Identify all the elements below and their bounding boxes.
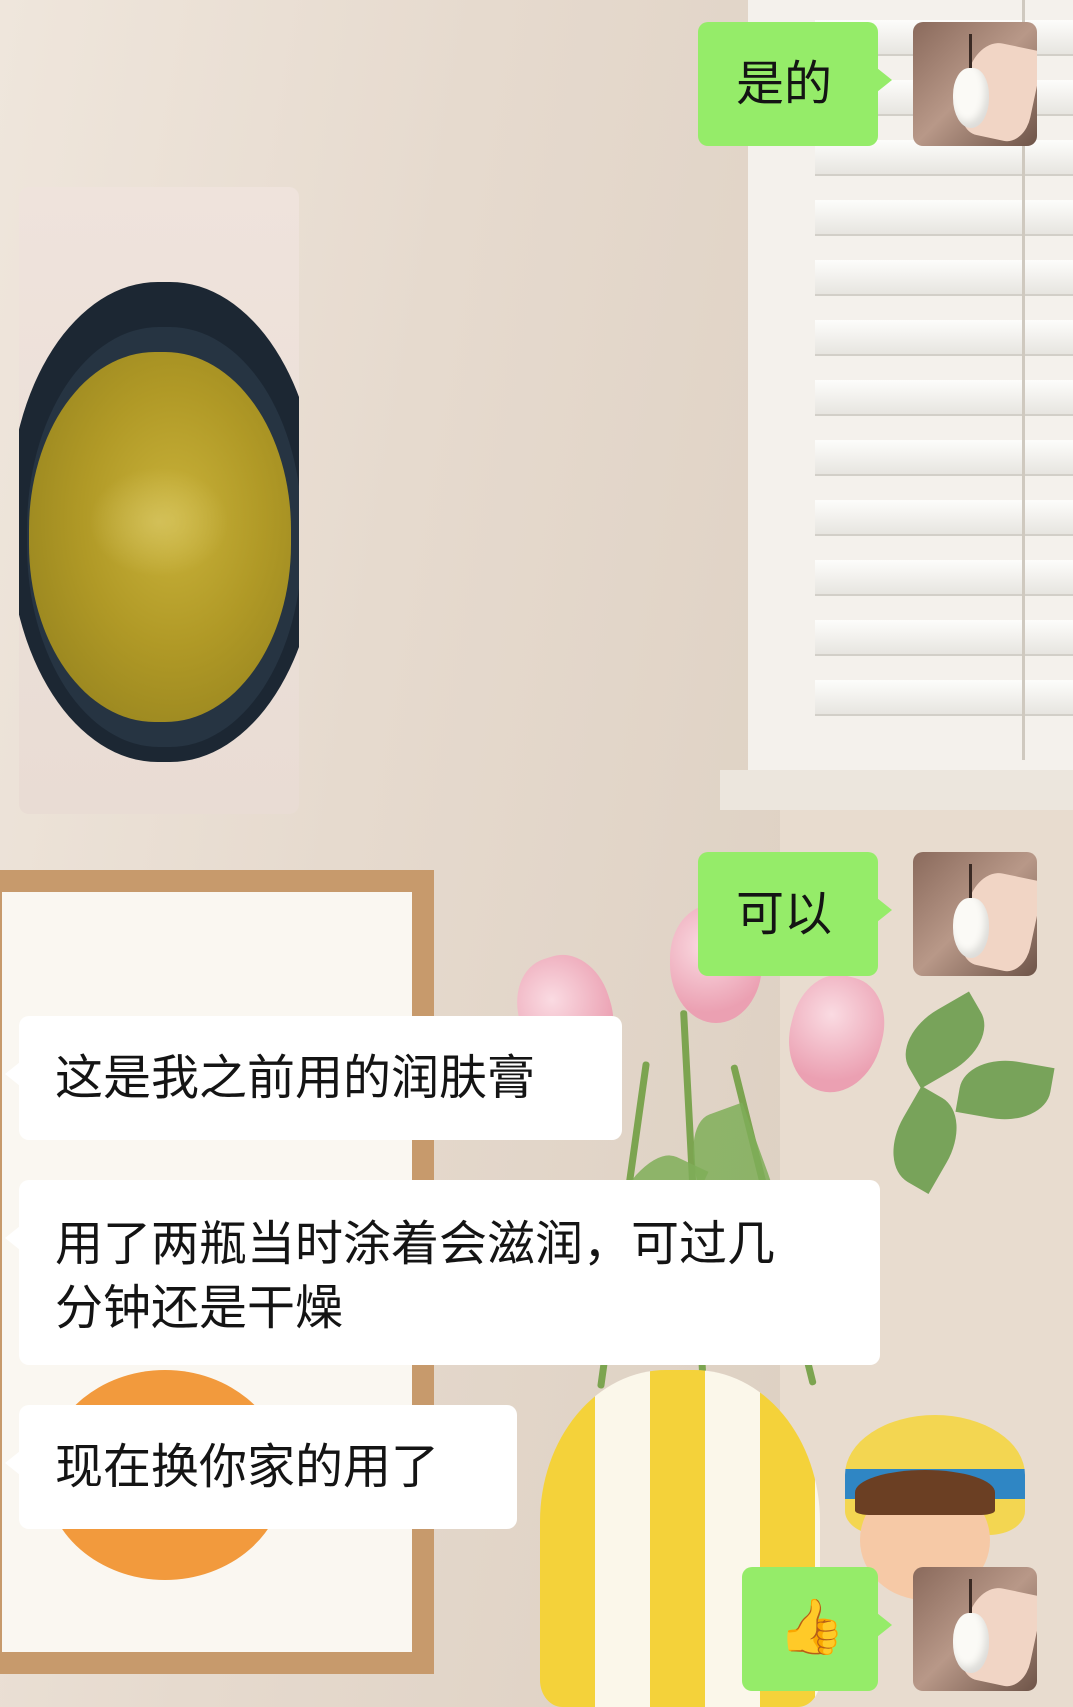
- background-blind-slat: [815, 680, 1073, 716]
- background-plant-leaf: [955, 1052, 1055, 1128]
- jade-pendant-icon: [953, 898, 989, 958]
- background-blind-slat: [815, 620, 1073, 656]
- incoming-message-bubble[interactable]: 这是我之前用的润肤膏: [5, 1016, 622, 1140]
- background-doll-hair: [855, 1470, 995, 1515]
- outgoing-emoji-bubble[interactable]: 👍: [742, 1567, 892, 1691]
- message-text: 现在换你家的用了: [55, 1439, 440, 1495]
- user-avatar[interactable]: [913, 22, 1037, 146]
- jar-cream-highlight: [89, 467, 229, 577]
- image-message-cream-jar[interactable]: [19, 187, 299, 814]
- message-text: 可以: [736, 886, 833, 942]
- background-blind-slat: [815, 200, 1073, 236]
- outgoing-message-bubble[interactable]: 是的: [698, 22, 892, 146]
- message-text-line: 用了两瓶当时涂着会滋润，可过几: [55, 1216, 776, 1272]
- background-blind-slat: [815, 260, 1073, 296]
- background-blind-slat: [815, 500, 1073, 536]
- avatar-pendant-string: [969, 1579, 972, 1615]
- incoming-message-bubble[interactable]: 用了两瓶当时涂着会滋润，可过几 分钟还是干燥: [5, 1180, 880, 1365]
- background-blind-slat: [815, 440, 1073, 476]
- user-avatar[interactable]: [913, 1567, 1037, 1691]
- jade-pendant-icon: [953, 68, 989, 128]
- background-blind-slat: [815, 380, 1073, 416]
- avatar-pendant-string: [969, 864, 972, 900]
- message-text-line: 分钟还是干燥: [55, 1280, 344, 1336]
- background-tulip: [776, 965, 896, 1103]
- background-blind-slat: [815, 560, 1073, 596]
- message-text: 是的: [736, 56, 833, 112]
- background-blind-slat: [815, 320, 1073, 356]
- avatar-pendant-string: [969, 34, 972, 70]
- incoming-message-bubble[interactable]: 现在换你家的用了: [5, 1405, 517, 1529]
- background-window-sill: [720, 770, 1073, 810]
- message-text: 这是我之前用的润肤膏: [55, 1050, 536, 1106]
- jade-pendant-icon: [953, 1613, 989, 1673]
- outgoing-message-bubble[interactable]: 可以: [698, 852, 892, 976]
- user-avatar[interactable]: [913, 852, 1037, 976]
- thumbs-up-icon: 👍: [778, 1595, 846, 1658]
